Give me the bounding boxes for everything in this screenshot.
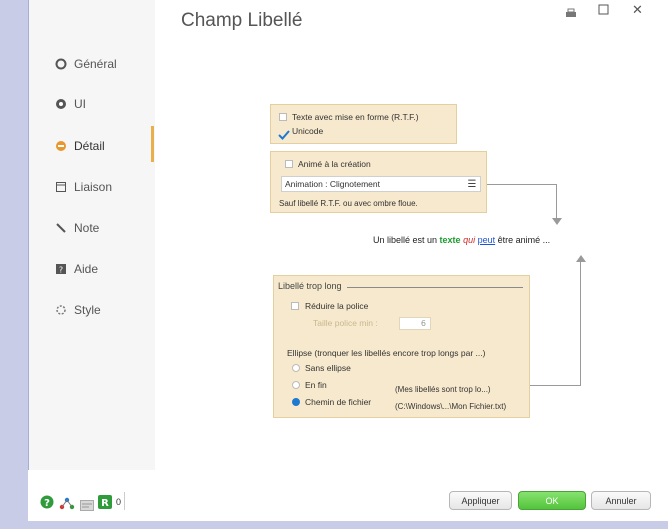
- svg-text:?: ?: [59, 266, 63, 275]
- reduce-font-label: Réduire la police: [305, 301, 369, 311]
- sidebar-item-detail[interactable]: Détail: [54, 134, 105, 158]
- option-end-label: En fin: [305, 380, 327, 390]
- section-divider: [347, 287, 523, 288]
- unicode-label: Unicode: [292, 126, 324, 136]
- sidebar-item-label: Liaison: [74, 180, 113, 194]
- option-end-radio[interactable]: [292, 381, 300, 389]
- hint-end: (Mes libellés sont trop lo...): [395, 385, 491, 394]
- sidebar-item-label: Note: [74, 221, 100, 235]
- option-no-ellipse-label: Sans ellipse: [305, 363, 351, 373]
- sample-part: Un libellé est un: [373, 235, 440, 245]
- sidebar-item-liaison[interactable]: Liaison: [54, 175, 112, 199]
- sample-part: être animé ...: [495, 235, 551, 245]
- arrow-down-icon: [552, 218, 562, 225]
- sidebar-item-label: Style: [74, 303, 101, 317]
- sidebar-item-note[interactable]: Note: [54, 216, 99, 240]
- footer-divider: [124, 492, 125, 510]
- apply-button[interactable]: Appliquer: [449, 491, 512, 510]
- ok-button[interactable]: OK: [518, 491, 586, 510]
- help-book-icon: ?: [54, 262, 68, 276]
- page-title: Champ Libellé: [181, 10, 303, 31]
- hint-path: (C:\Windows\...\Mon Fichier.txt): [395, 402, 507, 411]
- option-no-ellipse-radio[interactable]: [292, 364, 300, 372]
- desktop-background: [0, 521, 668, 529]
- counter: 0: [116, 497, 122, 507]
- min-size-label: Taille police min :: [313, 318, 378, 328]
- sample-word-red: qui: [463, 235, 476, 245]
- animate-label: Animé à la création: [298, 159, 371, 169]
- ellipse-label: Ellipse (tronquer les libellés encore tr…: [287, 348, 486, 358]
- sidebar-item-ui[interactable]: UI: [54, 92, 86, 116]
- connector-line: [530, 385, 581, 386]
- sample-text: Un libellé est un texte qui peut être an…: [373, 235, 550, 245]
- sidebar-item-aide[interactable]: ? Aide: [54, 257, 98, 281]
- ui-icon: [54, 97, 68, 111]
- sample-word-link: peut: [477, 235, 496, 245]
- network-icon[interactable]: [59, 495, 75, 514]
- rtf-panel: [270, 104, 457, 144]
- sidebar-item-label: Aide: [74, 262, 99, 276]
- sample-word-green: texte: [439, 235, 461, 245]
- option-path-label: Chemin de fichier: [305, 397, 372, 407]
- dialog-window: Champ Libellé: [28, 0, 668, 521]
- section-title: Libellé trop long: [278, 281, 342, 291]
- style-icon: [54, 303, 68, 317]
- cancel-button[interactable]: Annuler: [591, 491, 651, 510]
- sidebar-item-general[interactable]: Général: [54, 52, 117, 76]
- animation-combo[interactable]: Animation : Clignotement ☰: [281, 176, 481, 192]
- sidebar-item-label: Général: [74, 57, 117, 71]
- r-icon[interactable]: R: [98, 494, 112, 513]
- svg-text:R: R: [101, 498, 109, 509]
- min-size-input[interactable]: 6: [399, 317, 431, 330]
- sidebar-item-label: UI: [74, 97, 86, 111]
- detail-icon: [54, 139, 68, 153]
- help-icon[interactable]: ?: [40, 494, 54, 513]
- link-icon: [54, 180, 68, 194]
- sidebar-item-style[interactable]: Style: [54, 298, 101, 322]
- desktop-background: [0, 0, 28, 529]
- close-icon[interactable]: ✕: [632, 3, 643, 18]
- connector-line: [556, 184, 557, 220]
- pin-icon[interactable]: [565, 7, 577, 22]
- connector-line: [487, 184, 557, 185]
- list-icon[interactable]: ☰: [464, 177, 480, 191]
- arrow-up-icon: [576, 255, 586, 262]
- animate-checkbox[interactable]: [285, 160, 293, 168]
- svg-text:?: ?: [44, 498, 50, 509]
- unicode-checkbox[interactable]: [278, 125, 290, 144]
- connector-line: [580, 262, 581, 386]
- pencil-icon: [54, 221, 68, 235]
- circle-icon: [54, 57, 68, 71]
- animation-note: Sauf libellé R.T.F. ou avec ombre floue.: [279, 199, 418, 208]
- maximize-icon[interactable]: [598, 4, 609, 18]
- sidebar-item-label: Détail: [74, 139, 105, 153]
- option-path-radio[interactable]: [292, 398, 300, 406]
- active-indicator: [151, 126, 154, 162]
- card-icon[interactable]: [80, 496, 94, 515]
- animation-combo-value: Animation : Clignotement: [285, 179, 380, 189]
- rtf-checkbox[interactable]: [279, 113, 287, 121]
- reduce-font-checkbox[interactable]: [291, 302, 299, 310]
- rtf-label: Texte avec mise en forme (R.T.F.): [292, 112, 419, 122]
